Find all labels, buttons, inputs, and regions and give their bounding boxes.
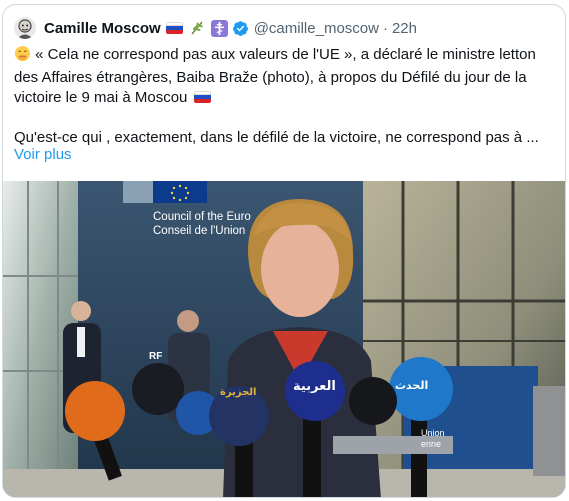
russia-flag-icon xyxy=(193,91,211,103)
al-arabiya-mic-logo: العربية xyxy=(293,378,336,393)
avatar-illustration-icon xyxy=(14,17,36,39)
separator-dot: · xyxy=(382,19,388,37)
tweet-card[interactable]: Camille Moscow @camille_moscow · 22h « C… xyxy=(2,4,566,498)
tweet-text: « Cela ne correspond pas aux valeurs de … xyxy=(14,45,559,148)
banner-text: Union enne xyxy=(421,428,445,450)
face-with-hand-over-mouth-icon xyxy=(14,45,31,68)
display-name[interactable]: Camille Moscow xyxy=(44,20,161,37)
olive-sprig-icon xyxy=(189,20,205,36)
tweet-text-line1: « Cela ne correspond pas aux valeurs de … xyxy=(14,46,536,106)
eu-council-sign: Council of the Euro Conseil de l'Union xyxy=(153,210,251,238)
photo-scene xyxy=(3,181,565,497)
tweet-header: Camille Moscow @camille_moscow · 22h xyxy=(14,15,554,41)
tweet-time[interactable]: 22h xyxy=(392,20,417,37)
orthodox-cross-icon xyxy=(210,19,228,37)
tweet-text-line2: Qu'est-ce qui , exactement, dans le défi… xyxy=(14,129,539,146)
banner-text-line1: Union xyxy=(421,428,445,438)
eu-council-sign-line2: Conseil de l'Union xyxy=(153,225,246,237)
tweet-photo[interactable]: Council of the Euro Conseil de l'Union U… xyxy=(3,181,565,497)
rf-mic-logo: RF xyxy=(149,351,163,362)
author-handle[interactable]: @camille_moscow xyxy=(254,20,379,37)
show-more-link[interactable]: Voir plus xyxy=(14,146,72,163)
avatar[interactable] xyxy=(14,17,36,39)
eu-council-sign-line1: Council of the Euro xyxy=(153,211,251,223)
al-hadath-mic-logo: الحدث xyxy=(395,380,429,392)
russia-flag-icon xyxy=(165,22,183,34)
banner-text-line2: enne xyxy=(421,439,442,449)
verified-badge-icon xyxy=(232,20,249,37)
al-jazeera-mic-logo: الجزيرة xyxy=(220,387,257,398)
